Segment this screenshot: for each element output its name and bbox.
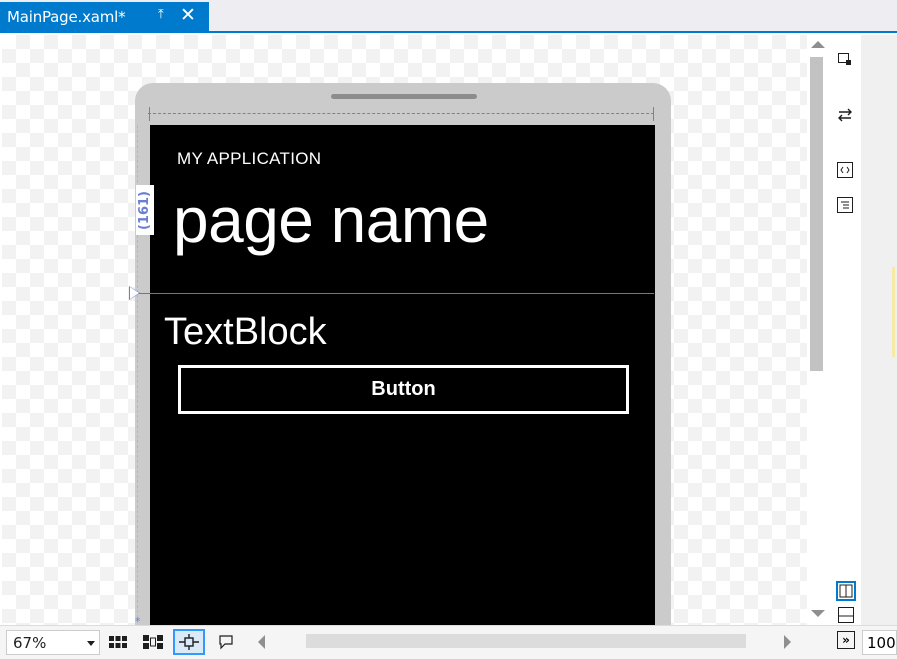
snap-to-snaplines-icon[interactable] xyxy=(173,629,205,655)
expand-pane-icon[interactable]: » xyxy=(837,631,855,649)
horizontal-split-icon[interactable] xyxy=(838,607,854,623)
tab-mainpage[interactable]: MainPage.xaml* ⤒ ✕ xyxy=(0,2,209,31)
snap-to-grid-icon[interactable] xyxy=(142,632,164,652)
side-highlight-mark xyxy=(892,267,895,357)
tab-title: MainPage.xaml* xyxy=(7,7,126,26)
scroll-down-icon[interactable] xyxy=(811,610,825,617)
phone-speaker xyxy=(331,94,477,99)
device-window-icon[interactable] xyxy=(835,49,855,69)
phone-button-element[interactable]: Button xyxy=(178,365,629,414)
vertical-split-icon[interactable] xyxy=(836,581,856,601)
code-view-icon[interactable] xyxy=(837,162,853,178)
grid-row-divider xyxy=(138,293,654,294)
side-panel-strip xyxy=(861,35,897,625)
designer-bottom-bar: 67% » 100 xyxy=(0,625,897,659)
row-marker-fill xyxy=(130,287,139,299)
zoom-value: 67% xyxy=(13,633,47,652)
design-canvas[interactable]: MY APPLICATION page name TextBlock Butto… xyxy=(2,35,807,625)
app-title-text[interactable]: MY APPLICATION xyxy=(177,149,321,169)
xaml-zoom-value: 100 xyxy=(867,633,896,652)
textblock-element[interactable]: TextBlock xyxy=(164,310,327,354)
document-outline-icon[interactable] xyxy=(837,197,853,213)
vertical-scrollbar[interactable] xyxy=(807,35,829,625)
grid-lines-icon[interactable] xyxy=(107,632,129,652)
top-margin-guide xyxy=(148,113,654,114)
right-tool-panel xyxy=(829,35,861,625)
scroll-right-icon[interactable] xyxy=(784,635,791,649)
scroll-left-icon[interactable] xyxy=(258,635,265,649)
pin-icon[interactable]: ⤒ xyxy=(158,7,164,22)
zoom-dropdown[interactable]: 67% xyxy=(6,630,100,655)
guide-tick-left xyxy=(149,107,150,121)
scroll-up-icon[interactable] xyxy=(811,41,825,48)
guide-tick-right xyxy=(653,107,654,121)
chevron-down-icon[interactable] xyxy=(87,641,95,646)
swap-arrows-icon[interactable] xyxy=(835,105,855,125)
page-name-text[interactable]: page name xyxy=(173,185,489,255)
horizontal-scroll-thumb[interactable] xyxy=(306,634,746,648)
close-icon[interactable]: ✕ xyxy=(180,3,196,27)
row-height-label[interactable]: (161) xyxy=(136,185,154,235)
vertical-scroll-thumb[interactable] xyxy=(810,57,823,371)
xaml-zoom-box[interactable]: 100 xyxy=(862,630,897,655)
star-row-marker[interactable]: * xyxy=(135,615,141,625)
annotation-icon[interactable] xyxy=(215,632,237,652)
document-tab-strip: MainPage.xaml* ⤒ ✕ xyxy=(0,0,897,33)
phone-screen[interactable]: MY APPLICATION page name TextBlock Butto… xyxy=(150,125,655,625)
